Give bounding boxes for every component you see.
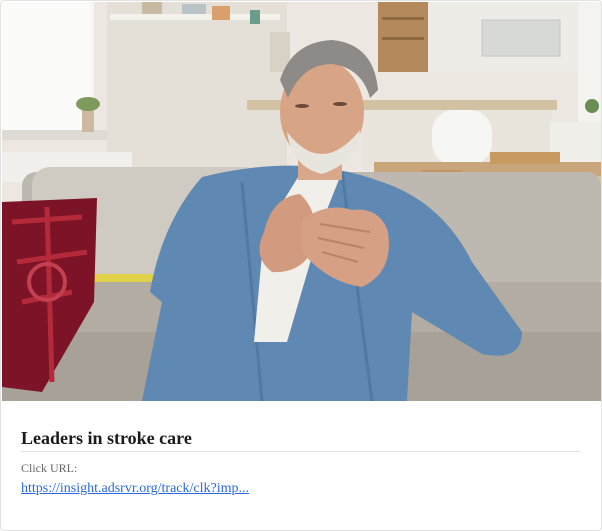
ad-image[interactable] bbox=[2, 2, 601, 401]
click-url-label: Click URL: bbox=[21, 461, 78, 475]
ad-caption: Leaders in stroke care Click URL: https:… bbox=[21, 401, 581, 497]
divider bbox=[21, 451, 581, 452]
click-url-link[interactable]: https://insight.adsrvr.org/track/clk?imp… bbox=[21, 481, 249, 497]
ad-headline[interactable]: Leaders in stroke care bbox=[21, 428, 581, 448]
ad-card: Leaders in stroke care Click URL: https:… bbox=[0, 0, 602, 531]
